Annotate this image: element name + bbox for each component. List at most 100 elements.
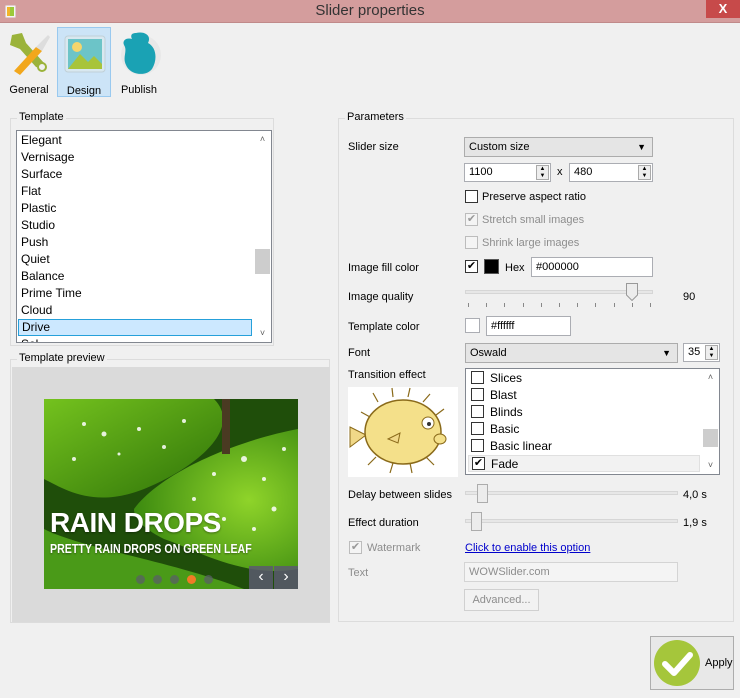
tab-general-label: General [9,84,49,96]
image-fill-label: Image fill color [348,262,419,274]
transition-effect-checkbox[interactable]: ✔ [472,457,485,471]
preserve-aspect-checkbox[interactable] [465,190,478,203]
transition-effect-label: Basic linear [490,439,553,453]
font-select[interactable]: Oswald ▼ [465,343,678,363]
delay-track[interactable] [465,491,678,495]
transition-effect-item[interactable]: Blast [468,387,700,404]
template-list-item[interactable]: Drive [18,319,252,336]
image-quality-track[interactable] [465,290,653,294]
template-list-item[interactable]: Sol [18,336,252,342]
transition-effect-checkbox[interactable] [471,422,484,436]
width-spinner[interactable]: ▲ ▼ [536,165,549,180]
close-button[interactable]: X [706,0,740,18]
template-list-item[interactable]: Prime Time [18,285,252,302]
scroll-up-icon[interactable]: ˄ [254,131,271,148]
slide-dot[interactable] [153,575,162,584]
pufferfish-icon [348,387,458,477]
transition-effect-checkbox[interactable] [471,371,484,385]
tab-publish[interactable]: Publish [112,27,166,97]
image-quality-thumb[interactable] [625,283,638,301]
scroll-up-icon[interactable]: ˄ [702,369,719,386]
slider-size-select[interactable]: Custom size ▼ [464,137,653,157]
quality-tick [595,303,597,307]
template-list-item[interactable]: Quiet [18,251,252,268]
quality-tick [559,303,560,307]
template-list-item[interactable]: Surface [18,166,252,183]
prev-arrow-button[interactable]: ‹ [249,566,273,589]
transition-effect-label: Blinds [490,405,523,419]
transition-effect-item[interactable]: ✔ Fade [468,455,700,472]
tab-design[interactable]: Design [57,27,111,97]
slider-size-value: Custom size [469,141,530,153]
leaf-image [44,399,298,589]
slider-size-label: Slider size [348,141,399,153]
slider-width-value: 1100 [469,166,493,178]
scroll-down-icon[interactable]: ˅ [702,457,719,474]
template-list-item[interactable]: Plastic [18,200,252,217]
transition-effect-label: Slices [490,371,523,385]
transition-effect-checkbox[interactable] [471,439,484,453]
watermark-text-input[interactable]: WOWSlider.com [464,562,678,582]
image-fill-hex-input[interactable]: #000000 [531,257,653,277]
tab-general[interactable]: General [2,27,56,97]
template-color-input[interactable]: #ffffff [486,316,571,336]
next-arrow-button[interactable]: › [274,566,298,589]
transition-list-scrollbar[interactable]: ˄ ˅ [702,369,719,474]
image-fill-checkbox[interactable]: ✔ [465,260,478,273]
watermark-text-value: WOWSlider.com [469,566,550,578]
template-list-item[interactable]: Flat [18,183,252,200]
delay-thumb[interactable] [476,484,488,503]
scroll-thumb[interactable] [255,249,270,274]
height-spinner[interactable]: ▲ ▼ [638,165,651,180]
transition-effect-item[interactable]: Basic [468,421,700,438]
shrink-large-checkbox[interactable] [465,236,478,249]
transition-effect-list[interactable]: Slices Blast Blinds Basic Basic linear ✔ Fade … [465,368,720,475]
tab-publish-label: Publish [120,84,158,96]
title-bar: Slider properties X [0,0,740,23]
quality-tick [650,303,651,307]
template-list-item[interactable]: Elegant [18,132,252,149]
duration-thumb[interactable] [471,512,482,531]
transition-effect-item[interactable]: Blinds [468,404,700,421]
apply-label: Apply [705,657,733,669]
window-title: Slider properties [315,2,425,19]
slider-width-input[interactable]: 1100 ▲ ▼ [464,163,551,182]
image-fill-swatch[interactable] [484,259,499,274]
transition-effect-item[interactable]: Slices [468,370,700,387]
template-color-swatch[interactable] [465,318,480,333]
template-list-item[interactable]: Vernisage [18,149,252,166]
template-list-item[interactable]: Balance [18,268,252,285]
transition-effect-checkbox[interactable] [471,405,484,419]
quality-tick [540,303,542,307]
slide-dot[interactable] [170,575,179,584]
template-list-item[interactable]: Push [18,234,252,251]
scroll-thumb[interactable] [703,429,718,447]
font-size-spinner[interactable]: ▲ ▼ [705,345,718,360]
transition-effect-item[interactable]: Basic linear [468,438,700,455]
advanced-button[interactable]: Advanced... [464,589,539,611]
slide-dot[interactable] [204,575,213,584]
template-list-item[interactable]: Cloud [18,302,252,319]
font-size-input[interactable]: 35 ▲ ▼ [683,343,720,362]
shrink-large-label: Shrink large images [482,237,580,249]
duration-value: 1,9 s [683,517,707,529]
scroll-down-icon[interactable]: ˅ [254,325,271,342]
duration-track[interactable] [465,519,678,523]
duration-label: Effect duration [348,517,419,529]
slider-height-input[interactable]: 480 ▲ ▼ [569,163,653,182]
template-list-scrollbar[interactable]: ˄ ˅ [254,131,271,342]
preview-dots [136,573,221,587]
tab-design-label: Design [66,85,102,97]
watermark-checkbox[interactable]: ✔ [349,541,362,554]
stretch-small-checkbox[interactable]: ✔ [465,213,478,226]
template-list[interactable]: Elegant Vernisage Surface Flat Plastic Studio… [16,130,272,343]
slide-dot[interactable] [187,575,196,584]
transition-effect-checkbox[interactable] [471,388,484,402]
template-list-item[interactable]: Studio [18,217,252,234]
slide-dot[interactable] [136,575,145,584]
enable-watermark-link[interactable]: Click to enable this option [465,542,590,554]
preserve-aspect-label: Preserve aspect ratio [482,191,586,203]
apply-button[interactable]: Apply [650,636,734,690]
quality-tick [486,303,488,307]
font-size-value: 35 [688,346,701,358]
